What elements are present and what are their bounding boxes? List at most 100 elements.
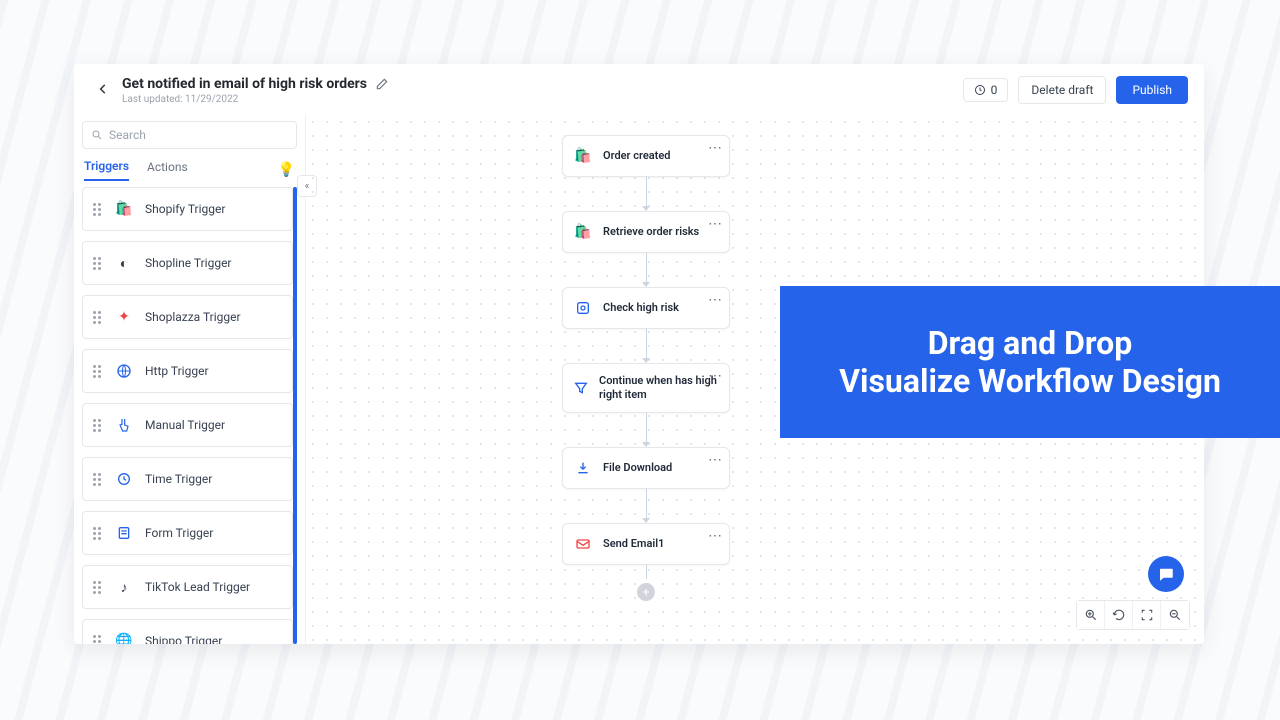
zoom-out-button[interactable] [1161, 601, 1189, 629]
last-updated-label: Last updated: 11/29/2022 [122, 94, 963, 105]
promo-line-2: Visualize Workflow Design [839, 362, 1221, 400]
search-icon [91, 129, 103, 141]
zoom-in-button[interactable] [1077, 601, 1105, 629]
node-send-email[interactable]: Send Email1 ⋯ [562, 523, 730, 565]
node-menu-button[interactable]: ⋯ [708, 368, 723, 384]
connector [646, 413, 647, 443]
drag-handle-icon[interactable] [93, 527, 103, 540]
node-continue-high-risk[interactable]: Continue when has high right item ⋯ [562, 363, 730, 413]
form-icon [115, 524, 133, 542]
tab-actions[interactable]: Actions [147, 160, 188, 180]
shopify-icon: 🛍️ [573, 222, 593, 242]
node-order-created[interactable]: 🛍️ Order created ⋯ [562, 135, 730, 177]
node-menu-button[interactable]: ⋯ [708, 452, 723, 468]
header-bar: Get notified in email of high risk order… [74, 64, 1204, 115]
trigger-label: Shippo Trigger [145, 634, 222, 644]
email-icon [573, 534, 593, 554]
connector [646, 177, 647, 207]
shopify-icon: 🛍️ [115, 200, 133, 218]
drag-handle-icon[interactable] [93, 635, 103, 645]
arrow-down-icon [642, 518, 650, 523]
trigger-label: Time Trigger [145, 472, 212, 486]
connector [646, 565, 647, 579]
workflow-flow: 🛍️ Order created ⋯ 🛍️ Retrieve order ris… [546, 135, 746, 601]
shippo-icon: 🌐 [115, 632, 133, 644]
condition-icon [573, 298, 593, 318]
node-label: Continue when has high right item [599, 374, 719, 402]
drag-handle-icon[interactable] [93, 419, 103, 432]
node-retrieve-risks[interactable]: 🛍️ Retrieve order risks ⋯ [562, 211, 730, 253]
run-counter[interactable]: 0 [963, 78, 1009, 102]
node-label: Retrieve order risks [603, 225, 699, 239]
shoplazza-icon: ✦ [115, 308, 133, 326]
trigger-shopline[interactable]: ◐ Shopline Trigger [82, 241, 293, 285]
scrollbar[interactable] [293, 187, 297, 644]
filter-icon [573, 378, 589, 398]
sidebar: Search Triggers Actions 💡 🛍️ Shopify Tri… [74, 115, 306, 644]
promo-banner: Drag and Drop Visualize Workflow Design [780, 286, 1280, 438]
connector [646, 329, 647, 359]
node-file-download[interactable]: File Download ⋯ [562, 447, 730, 489]
download-icon [573, 458, 593, 478]
manual-icon [115, 416, 133, 434]
trigger-shopify[interactable]: 🛍️ Shopify Trigger [82, 187, 293, 231]
trigger-time[interactable]: Time Trigger [82, 457, 293, 501]
page-title: Get notified in email of high risk order… [122, 76, 367, 92]
trigger-label: Http Trigger [145, 364, 209, 378]
edit-icon[interactable] [375, 77, 389, 91]
fit-view-button[interactable] [1133, 601, 1161, 629]
shopify-icon: 🛍️ [573, 146, 593, 166]
trigger-label: Shopify Trigger [145, 202, 225, 216]
trigger-list[interactable]: 🛍️ Shopify Trigger ◐ Shopline Trigger ✦ … [82, 187, 297, 644]
run-count-value: 0 [991, 83, 998, 97]
search-input[interactable]: Search [82, 121, 297, 149]
node-label: File Download [603, 461, 672, 475]
chevron-left-icon [96, 82, 110, 96]
publish-button[interactable]: Publish [1116, 76, 1188, 104]
trigger-form[interactable]: Form Trigger [82, 511, 293, 555]
drag-handle-icon[interactable] [93, 473, 103, 486]
tiktok-icon: ♪ [115, 578, 133, 596]
connector [646, 489, 647, 519]
node-label: Check high risk [603, 301, 679, 315]
clock-icon [115, 470, 133, 488]
promo-line-1: Drag and Drop [928, 324, 1132, 362]
node-label: Order created [603, 149, 670, 163]
back-button[interactable] [90, 76, 116, 102]
node-label: Send Email1 [603, 537, 664, 551]
shopline-icon: ◐ [115, 254, 133, 272]
drag-handle-icon[interactable] [93, 257, 103, 270]
delete-draft-button[interactable]: Delete draft [1018, 76, 1106, 104]
canvas-toolbar [1076, 600, 1190, 630]
node-check-high-risk[interactable]: Check high risk ⋯ [562, 287, 730, 329]
trigger-label: TikTok Lead Trigger [145, 580, 250, 594]
node-menu-button[interactable]: ⋯ [708, 140, 723, 156]
trigger-label: Form Trigger [145, 526, 213, 540]
trigger-manual[interactable]: Manual Trigger [82, 403, 293, 447]
drag-handle-icon[interactable] [93, 311, 103, 324]
chat-icon [1157, 565, 1175, 583]
drag-handle-icon[interactable] [93, 365, 103, 378]
trigger-shippo[interactable]: 🌐 Shippo Trigger [82, 619, 293, 644]
search-placeholder: Search [109, 128, 146, 142]
arrow-down-icon [642, 442, 650, 447]
trigger-label: Shoplazza Trigger [145, 310, 241, 324]
node-menu-button[interactable]: ⋯ [708, 292, 723, 308]
chat-button[interactable] [1148, 556, 1184, 592]
connector [646, 253, 647, 283]
trigger-shoplazza[interactable]: ✦ Shoplazza Trigger [82, 295, 293, 339]
tab-triggers[interactable]: Triggers [84, 159, 129, 181]
http-icon [115, 362, 133, 380]
drag-handle-icon[interactable] [93, 203, 103, 216]
clock-icon [974, 84, 986, 96]
node-menu-button[interactable]: ⋯ [708, 528, 723, 544]
refresh-button[interactable] [1105, 601, 1133, 629]
trigger-label: Shopline Trigger [145, 256, 232, 270]
trigger-http[interactable]: Http Trigger [82, 349, 293, 393]
drag-handle-icon[interactable] [93, 581, 103, 594]
trigger-label: Manual Trigger [145, 418, 225, 432]
node-menu-button[interactable]: ⋯ [708, 216, 723, 232]
tips-icon[interactable]: 💡 [278, 162, 295, 178]
trigger-tiktok[interactable]: ♪ TikTok Lead Trigger [82, 565, 293, 609]
add-node-button[interactable]: + [637, 583, 655, 601]
